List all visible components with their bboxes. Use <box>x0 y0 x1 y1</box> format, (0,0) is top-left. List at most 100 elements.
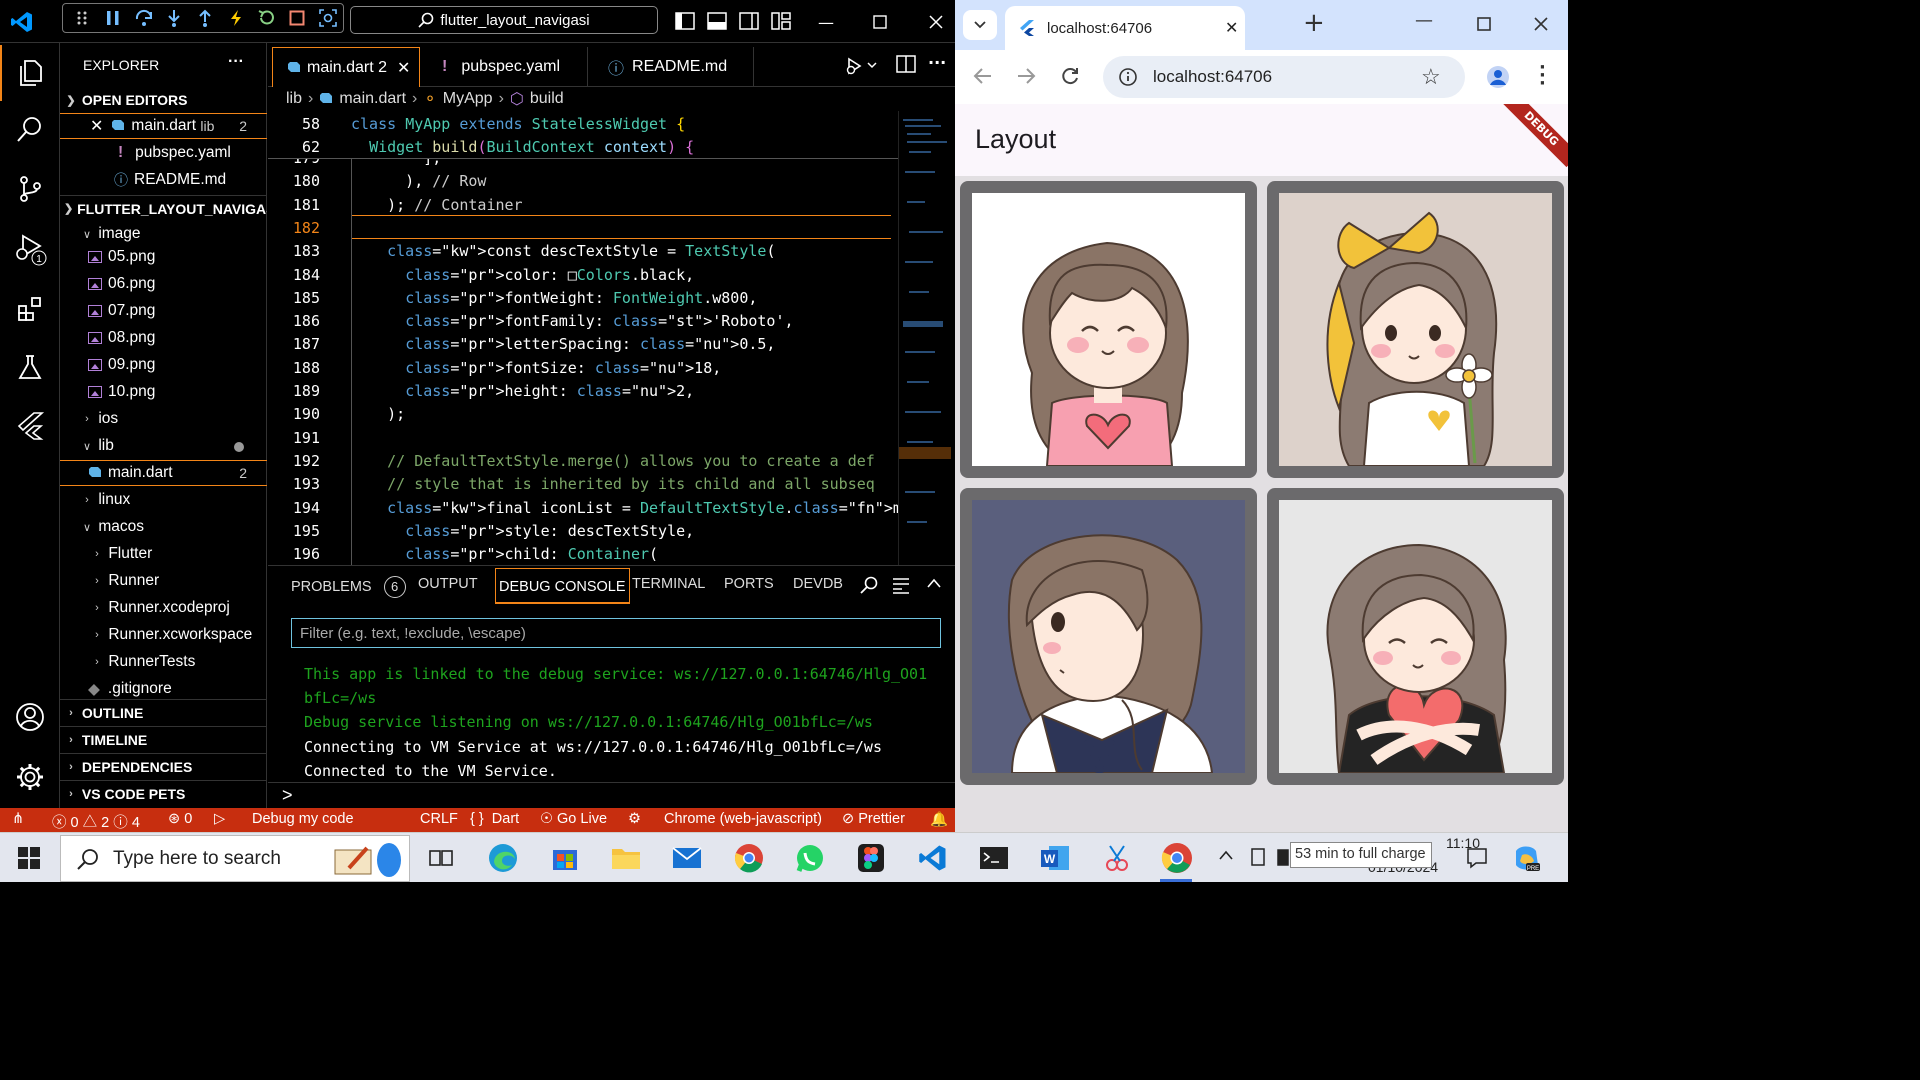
explorer-icon[interactable] <box>0 45 60 101</box>
toggle-sidebar-icon[interactable] <box>674 10 696 32</box>
notifications-icon[interactable]: 🔔 <box>930 811 948 828</box>
prettier-status[interactable]: ⊘ Prettier <box>842 811 905 827</box>
store-icon[interactable] <box>548 841 582 875</box>
file-item[interactable]: 05.png <box>60 244 267 270</box>
code-line[interactable]: ); // Container <box>351 196 522 214</box>
open-editor-readme[interactable]: ⓘ README.md <box>60 167 267 193</box>
filter-input[interactable]: Filter (e.g. text, !exclude, \escape) <box>291 618 941 648</box>
file-main-dart[interactable]: main.dart 2 <box>60 460 267 486</box>
figma-icon[interactable] <box>854 841 888 875</box>
pause-icon[interactable] <box>98 4 129 32</box>
folder-macos[interactable]: ∨ macos <box>60 514 267 540</box>
vscode-icon[interactable] <box>916 841 950 875</box>
more-actions-icon[interactable]: ··· <box>928 53 946 72</box>
file-item[interactable]: 08.png <box>60 325 267 351</box>
code-line[interactable]: class="pr">letterSpacing: class="nu">0.5… <box>351 335 775 353</box>
close-icon[interactable]: ✕ <box>90 116 103 136</box>
tab-search-icon[interactable] <box>963 10 997 40</box>
tab-debug-console[interactable]: DEBUG CONSOLE <box>495 568 630 604</box>
maximize-icon[interactable] <box>860 8 900 36</box>
stop-icon[interactable] <box>282 4 313 32</box>
code-line[interactable]: // style that is inherited by its child … <box>351 475 875 493</box>
breadcrumb-item[interactable]: build <box>530 90 564 108</box>
debug-config[interactable]: Debug my code <box>252 811 354 827</box>
edge-icon[interactable] <box>486 841 520 875</box>
drag-handle-icon[interactable] <box>67 4 98 32</box>
bookmark-star-icon[interactable]: ☆ <box>1421 64 1441 90</box>
chevron-up-icon[interactable] <box>1218 849 1234 865</box>
reload-icon[interactable] <box>1060 66 1080 90</box>
tray-device-icon[interactable] <box>1250 847 1268 871</box>
minimize-icon[interactable]: — <box>806 8 846 36</box>
code-line[interactable]: class="pr">height: class="nu">2, <box>351 382 694 400</box>
section-outline[interactable]: › OUTLINE <box>60 699 267 725</box>
forward-icon[interactable] <box>1016 66 1036 90</box>
code-line[interactable]: ); <box>351 405 405 423</box>
whatsapp-icon[interactable] <box>793 841 827 875</box>
folder-lib[interactable]: ∨ lib <box>60 433 267 459</box>
tab-problems[interactable]: PROBLEMS 6 <box>291 576 406 598</box>
code-line[interactable]: class="pr">fontWeight: FontWeight.w800, <box>351 289 757 307</box>
ports-status[interactable]: ⊛ 0 <box>168 811 192 827</box>
section-timeline[interactable]: › TIMELINE <box>60 726 267 752</box>
tab-devdb[interactable]: DEVDB <box>793 576 843 592</box>
tab-pubspec[interactable]: ! pubspec.yaml <box>422 47 588 87</box>
search-icon[interactable] <box>0 101 60 157</box>
toggle-panel-icon[interactable] <box>706 10 728 32</box>
problems-status[interactable]: ⓧ 0 △ 2 ⓘ 4 <box>52 811 140 832</box>
split-editor-icon[interactable] <box>896 55 916 77</box>
file-item[interactable]: 09.png <box>60 352 267 378</box>
code-editor[interactable]: 179 ],180 ), // Row181 ); // Container18… <box>268 111 898 565</box>
folder-item[interactable]: › Runner.xcodeproj <box>60 595 267 621</box>
accounts-icon[interactable] <box>0 689 60 745</box>
task-view-icon[interactable] <box>424 841 458 875</box>
profile-icon[interactable] <box>1487 66 1509 92</box>
folder-ios[interactable]: › ios <box>60 406 267 432</box>
minimap[interactable] <box>898 111 951 565</box>
notification-center-icon[interactable] <box>1466 847 1488 873</box>
code-line[interactable]: class="pr">child: Container( <box>351 545 658 563</box>
open-editor-pubspec[interactable]: ! pubspec.yaml <box>60 140 267 166</box>
remote-icon[interactable]: ⋔ <box>12 811 24 827</box>
back-icon[interactable] <box>973 66 993 90</box>
extensions-icon[interactable] <box>0 281 60 337</box>
mail-icon[interactable] <box>670 841 704 875</box>
file-item[interactable]: 10.png <box>60 379 267 405</box>
word-icon[interactable]: W <box>1038 841 1072 875</box>
testing-icon[interactable] <box>0 339 60 395</box>
search-icon[interactable] <box>860 576 878 597</box>
terminal-icon[interactable] <box>977 841 1011 875</box>
code-line[interactable]: class="pr">color: □Colors.black, <box>351 266 694 284</box>
flutter-icon[interactable] <box>0 397 60 453</box>
close-icon[interactable] <box>916 8 956 36</box>
menu-icon[interactable]: · · · <box>1539 59 1546 93</box>
step-over-icon[interactable] <box>128 4 159 32</box>
open-editors-header[interactable]: ❯ OPEN EDITORS <box>60 87 267 113</box>
command-center[interactable]: flutter_layout_navigasi <box>350 6 658 34</box>
code-line[interactable]: // DefaultTextStyle.merge() allows you t… <box>351 452 875 470</box>
chevron-up-icon[interactable] <box>926 576 942 593</box>
tab-terminal[interactable]: TERMINAL <box>632 576 705 592</box>
customize-layout-icon[interactable] <box>770 10 792 32</box>
close-icon[interactable] <box>1534 17 1548 35</box>
folder-linux[interactable]: › linux <box>60 487 267 513</box>
chrome-tab[interactable]: localhost:64706 ✕ <box>1005 6 1245 50</box>
step-into-icon[interactable] <box>159 4 190 32</box>
tab-readme[interactable]: ⓘ README.md <box>590 47 754 87</box>
go-live-status[interactable]: ☉ Go Live <box>540 811 607 827</box>
run-debug-icon[interactable]: 1 <box>0 221 60 277</box>
more-actions-icon[interactable]: ··· <box>228 53 244 71</box>
code-line[interactable]: class="pr">style: descTextStyle, <box>351 522 694 540</box>
eol-status[interactable]: CRLF <box>420 811 458 827</box>
step-out-icon[interactable] <box>190 4 221 32</box>
devtools-icon[interactable] <box>312 4 343 32</box>
section-vscode-pets[interactable]: › VS CODE PETS <box>60 780 267 806</box>
source-control-icon[interactable] <box>0 161 60 217</box>
toggle-secondary-sidebar-icon[interactable] <box>738 10 760 32</box>
chrome-icon[interactable] <box>1160 841 1194 875</box>
restart-icon[interactable] <box>251 4 282 32</box>
word-wrap-icon[interactable] <box>892 576 910 597</box>
code-line[interactable]: ), // Row <box>351 172 486 190</box>
new-tab-icon[interactable]: + <box>1303 8 1325 38</box>
breadcrumb-item[interactable]: main.dart <box>339 90 406 108</box>
